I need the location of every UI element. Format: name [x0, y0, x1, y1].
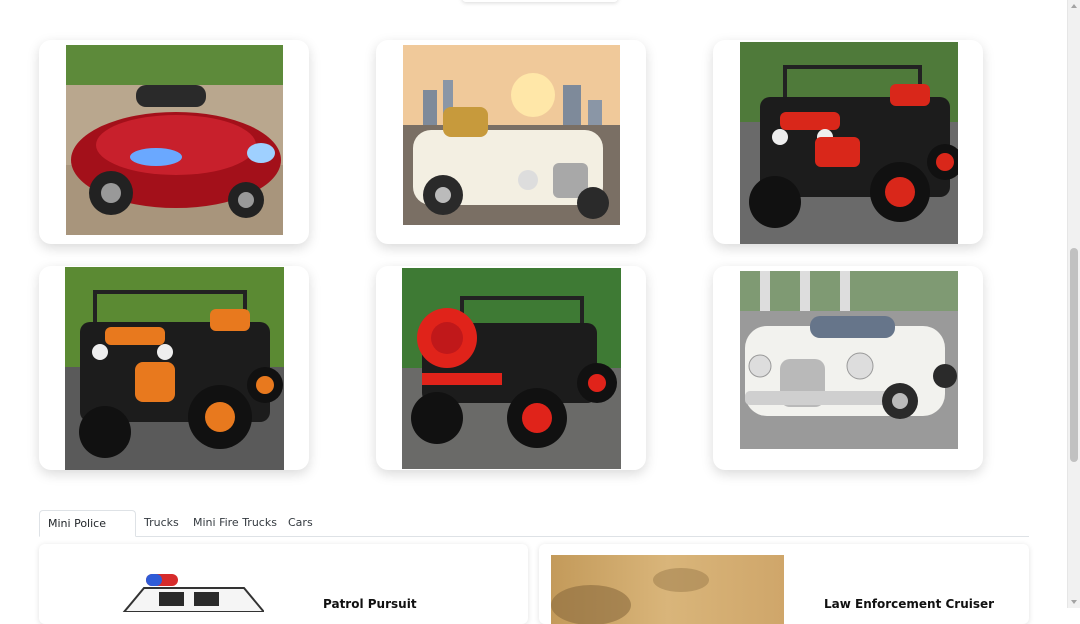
orange-black-jeep-image[interactable]	[65, 267, 284, 470]
previous-section-edge	[462, 0, 618, 2]
red-black-jeep-rear-image[interactable]	[402, 268, 621, 469]
law-enforcement-cruiser-image[interactable]	[551, 555, 784, 624]
tab-mini-fire-trucks[interactable]: Mini Fire Trucks	[185, 510, 285, 535]
gallery-card-6[interactable]	[713, 266, 983, 470]
white-vintage-car-city-image[interactable]	[403, 45, 620, 225]
scroll-down-arrow-icon[interactable]	[1071, 600, 1077, 604]
scroll-thumb[interactable]	[1070, 248, 1078, 462]
gallery-card-4[interactable]	[39, 266, 309, 470]
tab-cars[interactable]: Cars	[280, 510, 321, 535]
product-title[interactable]: Patrol Pursuit	[323, 597, 417, 611]
gallery-card-5[interactable]	[376, 266, 646, 470]
gallery-card-2[interactable]	[376, 40, 646, 244]
police-car-image[interactable]	[114, 572, 267, 613]
category-tabs: Mini Police Cars Trucks Mini Fire Trucks…	[39, 510, 1029, 556]
gallery-card-1[interactable]	[39, 40, 309, 244]
white-vintage-car-image[interactable]	[740, 271, 958, 449]
product-card-law-enforcement-cruiser[interactable]: Law Enforcement Cruiser	[539, 544, 1029, 624]
tab-mini-police-cars[interactable]: Mini Police Cars	[39, 510, 136, 556]
tab-trucks[interactable]: Trucks	[136, 510, 187, 535]
gallery-card-3[interactable]	[713, 40, 983, 244]
red-black-jeep-image[interactable]	[740, 42, 958, 244]
scroll-up-arrow-icon[interactable]	[1071, 4, 1077, 8]
product-title[interactable]: Law Enforcement Cruiser	[824, 597, 994, 611]
red-sports-car-image[interactable]	[66, 45, 283, 235]
product-card-patrol-pursuit[interactable]: Patrol Pursuit	[39, 544, 528, 624]
vertical-scrollbar[interactable]	[1067, 0, 1080, 608]
